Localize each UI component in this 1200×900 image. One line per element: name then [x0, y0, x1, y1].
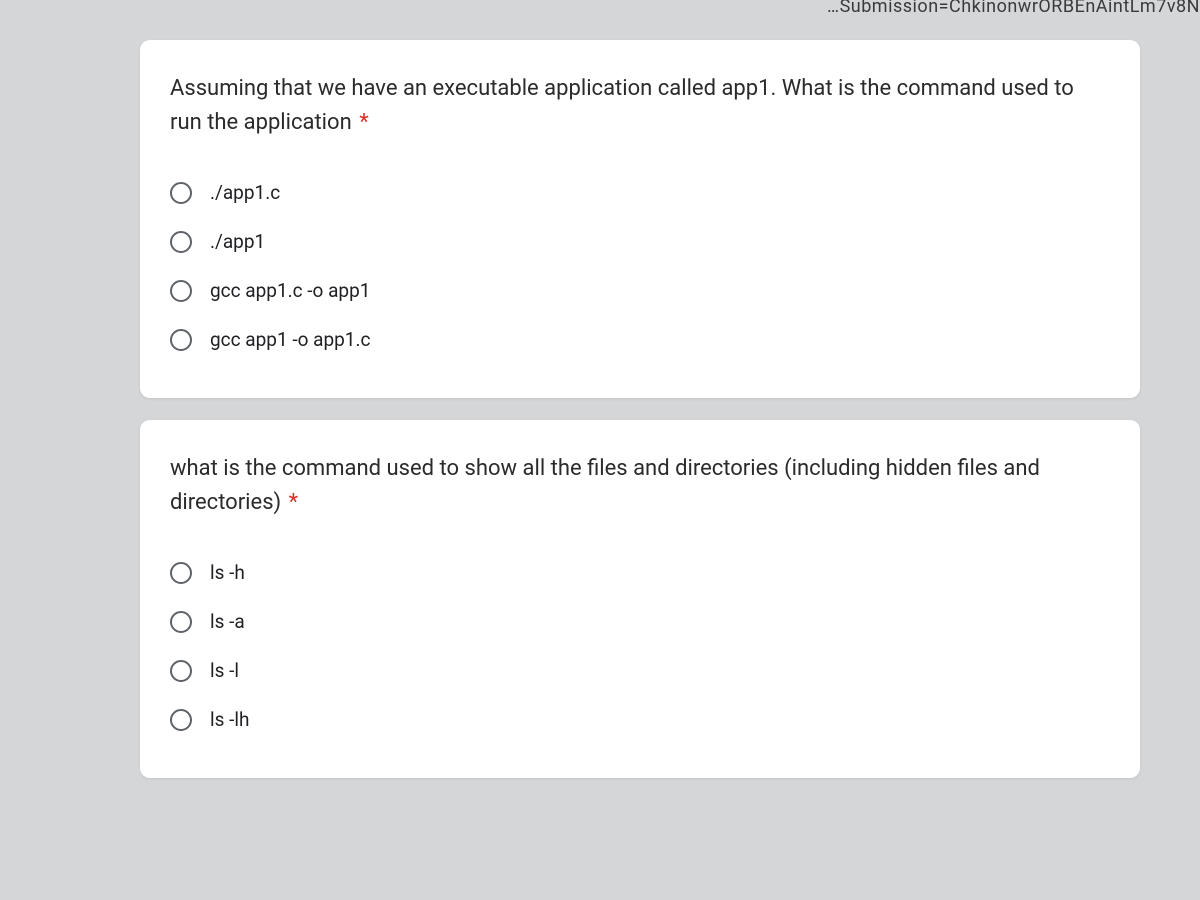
- radio-icon: [170, 562, 192, 584]
- question-card-1: Assuming that we have an executable appl…: [140, 40, 1140, 398]
- q2-option-3[interactable]: ls -l: [170, 646, 1110, 695]
- q1-option-4[interactable]: gcc app1 -o app1.c: [170, 315, 1110, 364]
- q2-option-1[interactable]: ls -h: [170, 548, 1110, 597]
- q1-option-3-label: gcc app1.c -o app1: [210, 279, 370, 302]
- q2-option-1-label: ls -h: [210, 561, 245, 584]
- radio-icon: [170, 231, 192, 253]
- radio-icon: [170, 709, 192, 731]
- form-page: Assuming that we have an executable appl…: [0, 0, 1200, 778]
- q1-option-1[interactable]: ./app1.c: [170, 168, 1110, 217]
- question-2-prompt: what is the command used to show all the…: [170, 456, 1040, 515]
- required-asterisk: *: [359, 110, 368, 135]
- radio-icon: [170, 660, 192, 682]
- radio-icon: [170, 280, 192, 302]
- q1-option-2[interactable]: ./app1: [170, 217, 1110, 266]
- url-fragment: …Submission=ChkinonwrORBEnAintLm7v8N: [827, 0, 1200, 17]
- question-2-options: ls -h ls -a ls -l ls -lh: [170, 548, 1110, 744]
- q2-option-4-label: ls -lh: [210, 708, 249, 731]
- q1-option-4-label: gcc app1 -o app1.c: [210, 328, 370, 351]
- question-1-prompt: Assuming that we have an executable appl…: [170, 76, 1074, 135]
- q1-option-2-label: ./app1: [210, 230, 265, 253]
- required-asterisk: *: [289, 490, 298, 515]
- q2-option-2-label: ls -a: [210, 610, 245, 633]
- radio-icon: [170, 611, 192, 633]
- radio-icon: [170, 182, 192, 204]
- q2-option-3-label: ls -l: [210, 659, 239, 682]
- q1-option-3[interactable]: gcc app1.c -o app1: [170, 266, 1110, 315]
- q2-option-4[interactable]: ls -lh: [170, 695, 1110, 744]
- question-1-options: ./app1.c ./app1 gcc app1.c -o app1 gcc a…: [170, 168, 1110, 364]
- radio-icon: [170, 329, 192, 351]
- question-2-text: what is the command used to show all the…: [170, 452, 1110, 520]
- q2-option-2[interactable]: ls -a: [170, 597, 1110, 646]
- question-1-text: Assuming that we have an executable appl…: [170, 72, 1110, 140]
- question-card-2: what is the command used to show all the…: [140, 420, 1140, 778]
- q1-option-1-label: ./app1.c: [210, 181, 280, 204]
